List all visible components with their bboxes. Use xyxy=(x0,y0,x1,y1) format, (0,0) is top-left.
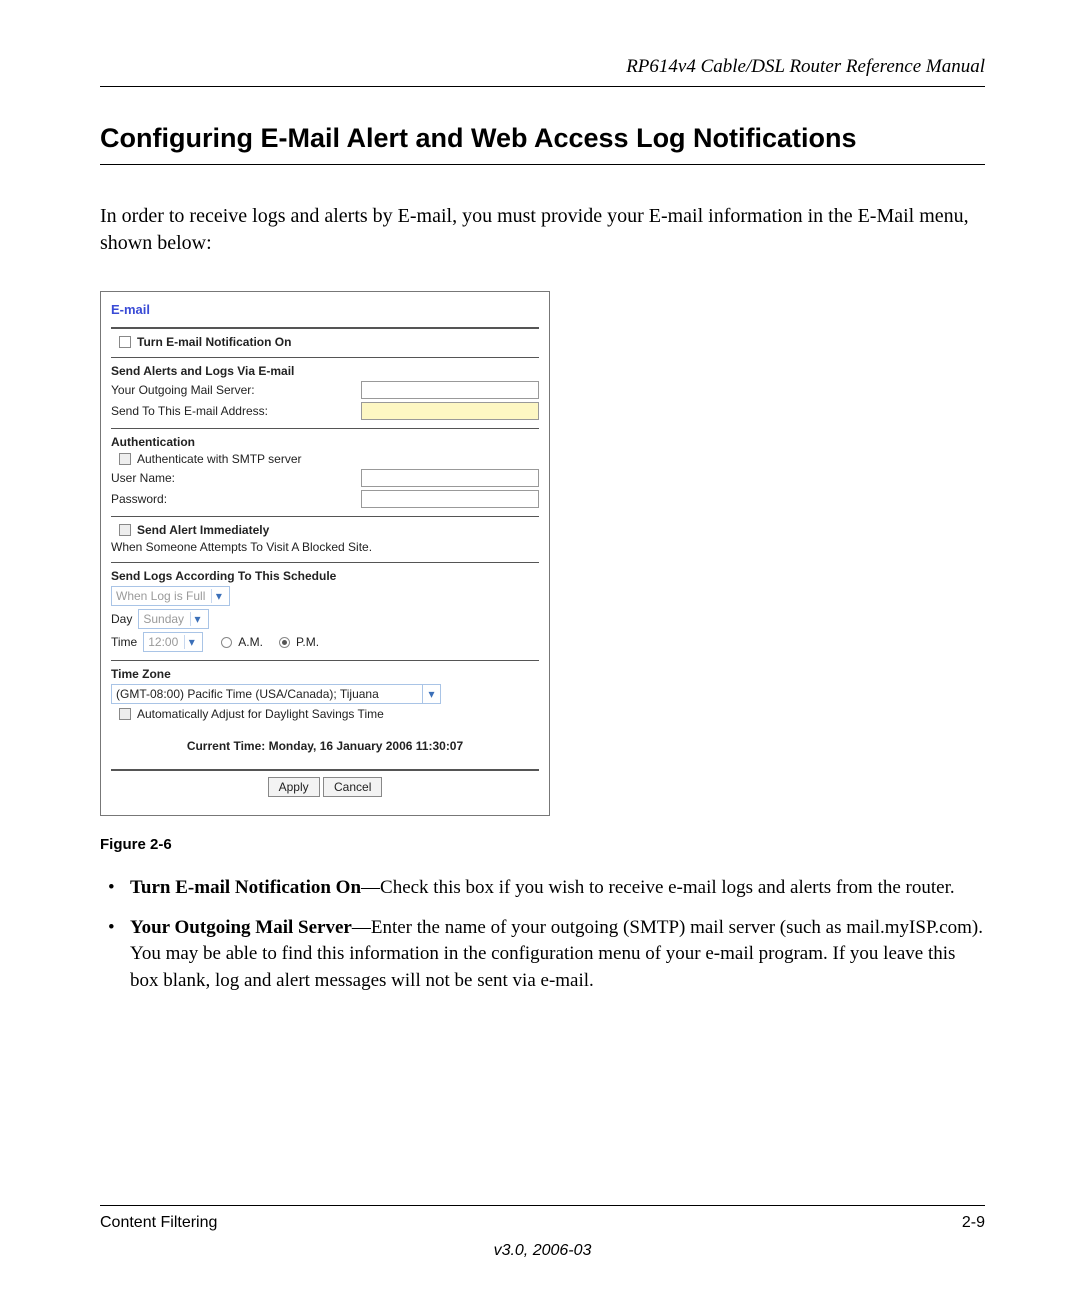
turn-on-checkbox[interactable] xyxy=(119,336,131,348)
divider xyxy=(111,357,539,358)
bullet-heading: Turn E-mail Notification On xyxy=(130,877,361,898)
intro-paragraph: In order to receive logs and alerts by E… xyxy=(100,203,985,257)
turn-on-label: Turn E-mail Notification On xyxy=(137,335,291,349)
footer-page-number: 2-9 xyxy=(962,1214,985,1232)
outgoing-server-input[interactable] xyxy=(361,381,539,399)
timezone-select[interactable]: (GMT-08:00) Pacific Time (USA/Canada); T… xyxy=(111,684,423,704)
divider xyxy=(111,660,539,661)
time-label: Time xyxy=(111,635,137,649)
divider xyxy=(111,327,539,329)
pm-radio[interactable] xyxy=(279,637,290,648)
panel-title: E-mail xyxy=(111,302,539,317)
username-label: User Name: xyxy=(111,471,361,485)
password-label: Password: xyxy=(111,492,361,506)
divider xyxy=(111,428,539,429)
chevron-down-icon: ▾ xyxy=(190,612,204,626)
send-alert-desc: When Someone Attempts To Visit A Blocked… xyxy=(111,540,539,554)
day-label: Day xyxy=(111,612,132,626)
dst-label: Automatically Adjust for Daylight Saving… xyxy=(137,707,384,721)
figure-caption: Figure 2-6 xyxy=(100,836,985,853)
email-settings-screenshot: E-mail Turn E-mail Notification On Send … xyxy=(100,291,550,816)
send-alert-immediately-label: Send Alert Immediately xyxy=(137,523,269,537)
day-select[interactable]: Sunday ▾ xyxy=(138,609,209,629)
outgoing-server-label: Your Outgoing Mail Server: xyxy=(111,383,361,397)
timezone-heading: Time Zone xyxy=(111,667,539,681)
username-input[interactable] xyxy=(361,469,539,487)
divider xyxy=(111,562,539,563)
current-time: Current Time: Monday, 16 January 2006 11… xyxy=(111,739,539,753)
chevron-down-icon: ▾ xyxy=(211,589,225,603)
day-value: Sunday xyxy=(143,612,184,626)
am-label: A.M. xyxy=(238,635,263,649)
cancel-button[interactable]: Cancel xyxy=(323,777,382,797)
list-item: Your Outgoing Mail Server—Enter the name… xyxy=(130,915,985,994)
auth-smtp-label: Authenticate with SMTP server xyxy=(137,452,302,466)
password-input[interactable] xyxy=(361,490,539,508)
time-select[interactable]: 12:00 ▾ xyxy=(143,632,203,652)
chevron-down-icon: ▾ xyxy=(423,684,441,704)
header-rule xyxy=(100,86,985,87)
apply-button[interactable]: Apply xyxy=(268,777,320,797)
send-alert-immediately-checkbox[interactable] xyxy=(119,524,131,536)
section-heading: Configuring E-Mail Alert and Web Access … xyxy=(100,123,985,154)
pm-label: P.M. xyxy=(296,635,319,649)
timezone-value: (GMT-08:00) Pacific Time (USA/Canada); T… xyxy=(116,687,379,701)
chevron-down-icon: ▾ xyxy=(184,635,198,649)
doc-header-title: RP614v4 Cable/DSL Router Reference Manua… xyxy=(100,56,985,78)
schedule-when-select[interactable]: When Log is Full ▾ xyxy=(111,586,230,606)
time-value: 12:00 xyxy=(148,635,178,649)
schedule-heading: Send Logs According To This Schedule xyxy=(111,569,539,583)
schedule-when-value: When Log is Full xyxy=(116,589,205,603)
list-item: Turn E-mail Notification On—Check this b… xyxy=(130,875,985,901)
bullet-text: —Check this box if you wish to receive e… xyxy=(361,877,955,898)
send-alerts-heading: Send Alerts and Logs Via E-mail xyxy=(111,364,539,378)
sendto-label: Send To This E-mail Address: xyxy=(111,404,361,418)
footer-version: v3.0, 2006-03 xyxy=(100,1242,985,1260)
auth-smtp-checkbox[interactable] xyxy=(119,453,131,465)
sendto-input[interactable] xyxy=(361,402,539,420)
dst-checkbox[interactable] xyxy=(119,708,131,720)
am-radio[interactable] xyxy=(221,637,232,648)
bullet-heading: Your Outgoing Mail Server xyxy=(130,917,352,938)
divider xyxy=(111,516,539,517)
page-footer: Content Filtering 2-9 v3.0, 2006-03 xyxy=(100,1205,985,1260)
section-rule xyxy=(100,164,985,165)
divider xyxy=(111,769,539,771)
auth-heading: Authentication xyxy=(111,435,539,449)
footer-section: Content Filtering xyxy=(100,1214,217,1232)
bullet-list: Turn E-mail Notification On—Check this b… xyxy=(100,875,985,994)
